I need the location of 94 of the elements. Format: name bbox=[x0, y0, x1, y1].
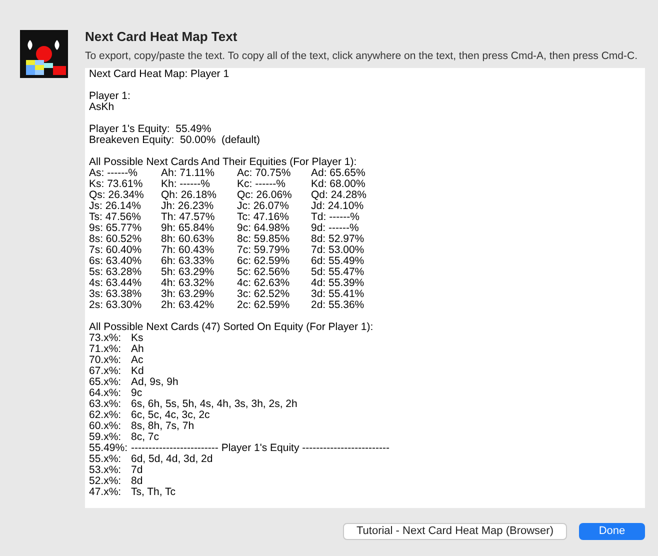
dialog-title: Next Card Heat Map Text bbox=[85, 29, 238, 45]
equity-cell-text: Ac: 70.75% bbox=[237, 168, 291, 179]
equity-cell-text: 5d: 55.47% bbox=[311, 267, 366, 278]
equity-cell-text: Ah: 71.11% bbox=[161, 168, 216, 179]
card-list: 6s, 6h, 5s, 5h, 4s, 4h, 3s, 3h, 2s, 2h bbox=[131, 399, 298, 410]
equity-cell-text: 2d: 55.36% bbox=[311, 300, 366, 311]
report-line: Next Card Heat Map: Player 1 bbox=[89, 69, 230, 80]
equity-cell-text: Td: ------% bbox=[311, 212, 360, 223]
equity-cell-text: 8c: 59.85% bbox=[237, 234, 291, 245]
equity-bucket: 73.x%: bbox=[89, 333, 122, 344]
equity-bucket: 53.x%: bbox=[89, 465, 122, 476]
equity-cell-text: 2h: 63.42% bbox=[161, 300, 216, 311]
equity-cell-text: Kd: 68.00% bbox=[311, 179, 366, 190]
done-button[interactable]: Done bbox=[579, 523, 645, 540]
report-line: Breakeven Equity: 50.00% (default) bbox=[89, 135, 262, 146]
report-line: Player 1's Equity: 55.49% bbox=[89, 124, 212, 135]
equity-cell-text: Ts: 47.56% bbox=[89, 212, 142, 223]
equity-cell-text: 8s: 60.52% bbox=[89, 234, 143, 245]
equity-bucket: 52.x%: bbox=[89, 476, 122, 487]
equity-cell-text: 5s: 63.28% bbox=[89, 267, 143, 278]
equity-cell-text: 5c: 62.56% bbox=[237, 267, 291, 278]
card-list: 8d bbox=[131, 476, 143, 487]
equity-bucket: 55.49%: bbox=[89, 443, 129, 454]
equity-cell-text: 6c: 62.59% bbox=[237, 256, 291, 267]
equity-cell-text: Qd: 24.28% bbox=[311, 190, 368, 201]
equity-cell-text: Ks: 73.61% bbox=[89, 179, 144, 190]
equity-cell-text: Qs: 26.34% bbox=[89, 190, 145, 201]
equity-cell-text: 3h: 63.29% bbox=[161, 289, 216, 300]
equity-cell-text: Kc: ------% bbox=[237, 179, 286, 190]
equity-cell-text: 7h: 60.43% bbox=[161, 245, 216, 256]
equity-cell-text: 9h: 65.84% bbox=[161, 223, 216, 234]
card-list: 8s, 8h, 7s, 7h bbox=[131, 421, 194, 432]
equity-bucket: 71.x%: bbox=[89, 344, 122, 355]
equity-cell-text: Ad: 65.65% bbox=[311, 168, 366, 179]
equity-cell-text: 3s: 63.38% bbox=[89, 289, 143, 300]
equity-bucket: 63.x%: bbox=[89, 399, 122, 410]
card-list: Ac bbox=[131, 355, 144, 366]
equity-bucket: 60.x%: bbox=[89, 421, 122, 432]
card-list: Ah bbox=[131, 344, 144, 355]
equity-bucket: 65.x%: bbox=[89, 377, 122, 388]
card-list: 7d bbox=[131, 465, 143, 476]
equity-cell-text: Jd: 24.10% bbox=[311, 201, 365, 212]
equity-cell-text: 4h: 63.32% bbox=[161, 278, 216, 289]
card-list: 6d, 5d, 4d, 3d, 2d bbox=[131, 454, 213, 465]
equity-bucket: 55.x%: bbox=[89, 454, 122, 465]
app-logo-icon bbox=[20, 30, 68, 78]
equity-cell-text: 6s: 63.40% bbox=[89, 256, 143, 267]
equity-cell-text: 6d: 55.49% bbox=[311, 256, 366, 267]
card-list: Ad, 9s, 9h bbox=[131, 377, 178, 388]
equity-cell-text: 3c: 62.52% bbox=[237, 289, 291, 300]
equity-bucket: 67.x%: bbox=[89, 366, 122, 377]
equity-cell-text: Tc: 47.16% bbox=[237, 212, 290, 223]
equity-cell-text: 3d: 55.41% bbox=[311, 289, 366, 300]
equity-cell-text: 7s: 60.40% bbox=[89, 245, 143, 256]
equity-cell-text: 7d: 53.00% bbox=[311, 245, 366, 256]
equity-cell-text: 7c: 59.79% bbox=[237, 245, 291, 256]
instructions-text: To export, copy/paste the text. To copy all of the text, click anywhere on the text, then press Cmd-A, then press Cmd-C. bbox=[85, 50, 638, 63]
equity-cell-text: Qh: 26.18% bbox=[161, 190, 218, 201]
equity-cell-text: Js: 26.14% bbox=[89, 201, 142, 212]
report-line: All Possible Next Cards (47) Sorted On Equity (For Player 1): bbox=[89, 322, 374, 333]
report-line: AsKh bbox=[89, 102, 114, 113]
card-list: Ks bbox=[131, 333, 144, 344]
equity-cell-text: 9c: 64.98% bbox=[237, 223, 291, 234]
equity-cell-text: 9s: 65.77% bbox=[89, 223, 143, 234]
card-list: 9c bbox=[131, 388, 142, 399]
equity-bucket: 59.x%: bbox=[89, 432, 122, 443]
equity-cell-text: Th: 47.57% bbox=[161, 212, 216, 223]
report-line: All Possible Next Cards And Their Equities (For Player 1): bbox=[89, 157, 358, 168]
equity-cell-text: 4c: 62.63% bbox=[237, 278, 291, 289]
equity-cell-text: Kh: ------% bbox=[161, 179, 211, 190]
equity-cell-text: 5h: 63.29% bbox=[161, 267, 216, 278]
equity-cell-text: 2c: 62.59% bbox=[237, 300, 291, 311]
equity-cell-text: 8h: 60.63% bbox=[161, 234, 216, 245]
equity-cell-text: Qc: 26.06% bbox=[237, 190, 293, 201]
equity-cell-text: 8d: 52.97% bbox=[311, 234, 366, 245]
equity-cell-text: 4s: 63.44% bbox=[89, 278, 143, 289]
equity-cell-text: 9d: ------% bbox=[311, 223, 360, 234]
card-list: Ts, Th, Tc bbox=[131, 487, 176, 498]
equity-cell-text: 4d: 55.39% bbox=[311, 278, 366, 289]
equity-cell-text: 6h: 63.33% bbox=[161, 256, 216, 267]
equity-cell-text: 2s: 63.30% bbox=[89, 300, 143, 311]
report-line: Player 1: bbox=[89, 91, 132, 102]
card-list: 6c, 5c, 4c, 3c, 2c bbox=[131, 410, 210, 421]
equity-cell-text: As: ------% bbox=[89, 168, 138, 179]
equity-bucket: 70.x%: bbox=[89, 355, 122, 366]
card-list: Kd bbox=[131, 366, 144, 377]
equity-cell-text: Jh: 26.23% bbox=[161, 201, 215, 212]
equity-cell-text: Jc: 26.07% bbox=[237, 201, 290, 212]
equity-bucket: 62.x%: bbox=[89, 410, 122, 421]
tutorial-button[interactable]: Tutorial - Next Card Heat Map (Browser) bbox=[343, 523, 567, 540]
equity-bucket: 47.x%: bbox=[89, 487, 122, 498]
card-list: ------------------------- Player 1's Equity ------------------------- bbox=[131, 443, 390, 454]
equity-bucket: 64.x%: bbox=[89, 388, 122, 399]
card-list: 8c, 7c bbox=[131, 432, 160, 443]
